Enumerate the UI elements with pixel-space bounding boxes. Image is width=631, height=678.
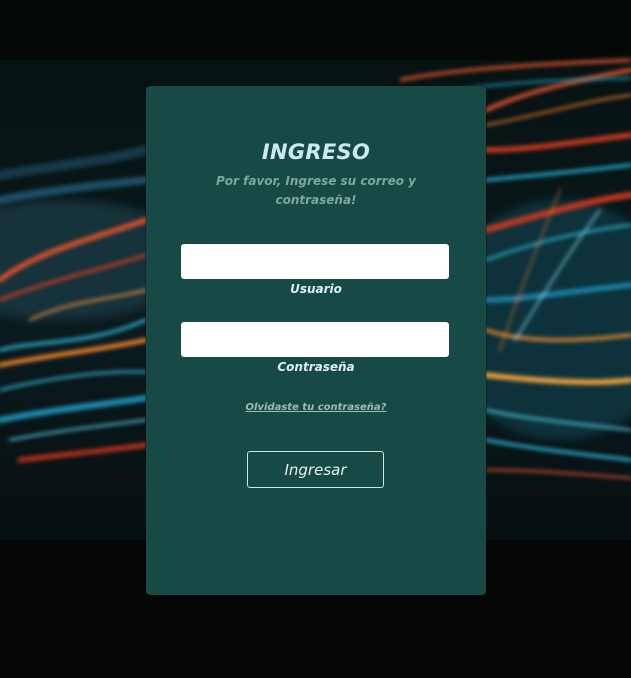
- login-title: INGRESO: [261, 140, 371, 164]
- password-input[interactable]: [181, 322, 449, 357]
- username-label: Usuario: [290, 282, 342, 296]
- username-input[interactable]: [181, 244, 449, 279]
- password-label: Contraseña: [277, 360, 355, 374]
- login-subtitle: Por favor, Ingrese su correo y contraseñ…: [216, 174, 416, 207]
- login-card: INGRESO Por favor, Ingrese su correo y c…: [146, 86, 486, 595]
- login-page: INGRESO Por favor, Ingrese su correo y c…: [0, 0, 631, 678]
- login-submit-button[interactable]: Ingresar: [247, 451, 384, 488]
- forgot-password-link[interactable]: Olvidaste tu contraseña?: [146, 402, 486, 413]
